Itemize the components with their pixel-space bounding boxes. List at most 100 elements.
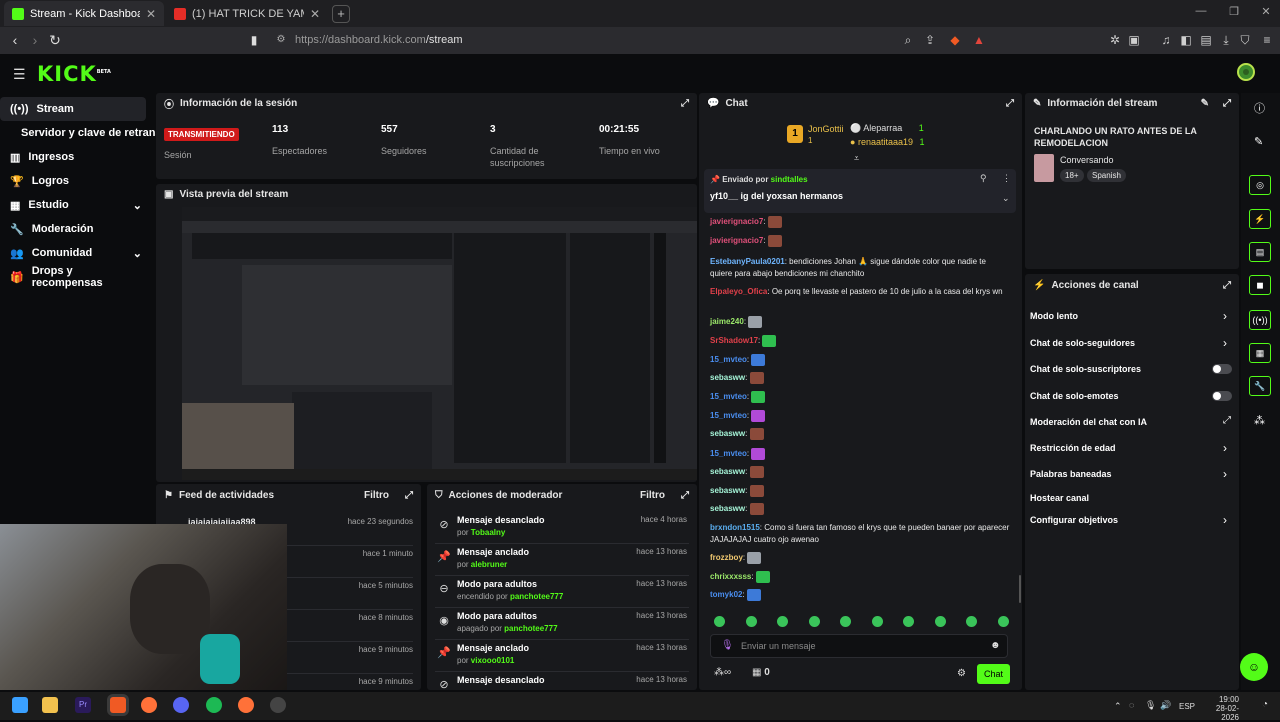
url-field[interactable]: https://dashboard.kick.com/stream	[295, 34, 463, 46]
subscribers-only-toggle[interactable]	[1212, 364, 1232, 374]
sidebar-toggle-icon[interactable]: ◧	[1179, 33, 1193, 47]
stream-preview-video[interactable]	[182, 207, 697, 480]
pencil-icon[interactable]: ✎	[1254, 135, 1263, 148]
camera-widget-icon[interactable]: ◎	[1249, 175, 1271, 195]
filter-button[interactable]: Filtro	[640, 490, 665, 501]
language-indicator[interactable]: ESP	[1179, 702, 1195, 711]
chat-emote-icon[interactable]	[751, 410, 766, 422]
chat-emote-icon[interactable]	[749, 466, 764, 478]
chat-username[interactable]: jaime240	[710, 317, 744, 326]
tab-youtube[interactable]: (1) HAT TRICK DE YAMAL, GOLEADA ✕	[166, 1, 328, 26]
chat-emote-icon[interactable]	[751, 354, 766, 366]
chat-username[interactable]: frozzboy	[710, 553, 743, 562]
broadcast-widget-icon[interactable]: ((•))	[1249, 310, 1271, 330]
downloads-icon[interactable]: ⤓	[1219, 33, 1233, 47]
action-banned-words[interactable]: Palabras baneadas	[1030, 469, 1112, 479]
category-name[interactable]: Conversando	[1060, 155, 1114, 165]
action-emotes-only[interactable]: Chat de solo-emotes	[1030, 391, 1119, 401]
quick-emote-icon[interactable]	[777, 616, 788, 627]
edit-icon[interactable]: ✎	[1201, 98, 1209, 109]
forward-icon[interactable]: ›	[27, 32, 43, 48]
info-icon[interactable]: ⓘ	[1254, 100, 1265, 116]
chat-username[interactable]: Elpaleyo_Ofica	[710, 287, 767, 296]
leader-name[interactable]: Aleparraa	[863, 123, 902, 133]
site-settings-icon[interactable]: ⚙	[273, 32, 289, 48]
list-widget-icon[interactable]: ▤	[1249, 242, 1271, 262]
close-tab-icon[interactable]: ✕	[146, 7, 156, 21]
chat-emote-icon[interactable]	[751, 391, 766, 403]
quick-emote-icon[interactable]	[997, 616, 1009, 627]
bolt-widget-icon[interactable]: ⚡	[1249, 209, 1271, 229]
reload-icon[interactable]: ↻	[47, 32, 63, 48]
notifications-icon[interactable]: ◔	[1262, 699, 1268, 710]
leader-name[interactable]: renaatitaaa19	[858, 137, 913, 147]
pinned-user[interactable]: sindtalles	[771, 175, 808, 184]
chat-username[interactable]: sebasww	[710, 486, 745, 495]
chevron-right-icon[interactable]: ›	[1223, 336, 1227, 350]
windows-start-icon[interactable]	[12, 697, 28, 713]
send-chat-button[interactable]: Chat	[977, 664, 1010, 684]
stats-widget-icon[interactable]: ▦	[1249, 343, 1271, 363]
chevron-right-icon[interactable]: ›	[1223, 309, 1227, 323]
quick-emote-icon[interactable]	[966, 616, 977, 627]
expand-icon[interactable]: ⤢	[1223, 98, 1231, 109]
quick-emote-icon[interactable]	[745, 616, 757, 627]
chat-username[interactable]: 15_mvteo	[710, 355, 747, 364]
volume-icon[interactable]: 🔊	[1160, 700, 1171, 711]
spotify-icon[interactable]	[206, 697, 222, 713]
back-icon[interactable]: ‹	[7, 32, 23, 48]
chat-input[interactable]: 🎙 Enviar un mensaje ☻	[710, 634, 1008, 658]
bookmark-icon[interactable]: ▮	[246, 32, 262, 48]
close-window-icon[interactable]: ✕	[1257, 5, 1275, 21]
more-options-icon[interactable]: ⋮	[1002, 173, 1011, 184]
action-age-restriction[interactable]: Restricción de edad	[1030, 443, 1116, 453]
mod-action-user[interactable]: panchotee777	[510, 592, 563, 601]
action-slow-mode[interactable]: Modo lento	[1030, 311, 1078, 321]
vpn-icon[interactable]: ⛉	[1238, 33, 1252, 47]
brave-rewards-icon[interactable]: ▲	[972, 33, 986, 47]
chat-emote-icon[interactable]	[767, 235, 782, 247]
chat-username[interactable]: sebasww	[710, 373, 745, 382]
chat-widget-icon[interactable]: ◼	[1249, 275, 1271, 295]
community-icon[interactable]: ⁂	[1254, 414, 1265, 427]
chat-username[interactable]: EstebanyPaula0201	[710, 257, 785, 266]
expand-icon[interactable]: ⤢	[405, 490, 413, 501]
collapse-icon[interactable]: ⩡	[854, 153, 859, 164]
close-tab-icon[interactable]: ✕	[310, 7, 320, 21]
sidebar-item-estudio[interactable]: ▦ Estudio ⌄	[0, 193, 146, 217]
mod-action-user[interactable]: Tobaalny	[471, 528, 506, 537]
chat-emote-icon[interactable]	[746, 589, 761, 601]
premiere-icon[interactable]: Pr	[75, 697, 91, 713]
discord-icon[interactable]	[173, 697, 189, 713]
sidebar-item-ingresos[interactable]: ▥ Ingresos	[0, 145, 146, 169]
chat-settings-icon[interactable]: ⚙	[957, 668, 966, 679]
chat-scrollbar[interactable]	[1019, 575, 1021, 603]
zoom-icon[interactable]: ⌕	[901, 33, 915, 47]
chat-username[interactable]: tomyk02	[710, 590, 742, 599]
action-subscribers-only[interactable]: Chat de solo-suscriptores	[1030, 364, 1141, 374]
expand-icon[interactable]: ⤢	[1223, 280, 1231, 291]
action-host-channel[interactable]: Hostear canal	[1030, 493, 1089, 503]
chat-username[interactable]: chrixxxsss	[710, 572, 751, 581]
wallet-icon[interactable]: ▤	[1199, 33, 1213, 47]
chat-username[interactable]: 15_mvteo	[710, 449, 747, 458]
help-chat-button[interactable]: ☺	[1240, 653, 1268, 681]
chat-emote-icon[interactable]	[767, 216, 782, 228]
sidebar-item-drops[interactable]: 🎁 Drops y recompensas	[0, 265, 146, 289]
menu-icon[interactable]: ≡	[1260, 33, 1274, 47]
chat-emote-icon[interactable]	[755, 571, 770, 583]
emoji-picker-icon[interactable]: ☻	[990, 640, 1001, 651]
clock[interactable]: 19:00 28-02-2026	[1203, 695, 1239, 722]
chat-emote-icon[interactable]	[749, 428, 764, 440]
expand-icon[interactable]: ⤢	[681, 490, 689, 501]
screenshot-icon[interactable]: ▣	[1127, 33, 1141, 47]
mod-action-user[interactable]: panchotee777	[504, 624, 557, 633]
expand-icon[interactable]: ⤢	[681, 98, 689, 109]
sidebar-item-stream[interactable]: ((•)) Stream	[0, 97, 146, 121]
mic-icon[interactable]: 🎙	[721, 640, 734, 651]
network-icon[interactable]: ◌	[1129, 700, 1134, 710]
chat-username[interactable]: brxndon1515	[710, 523, 760, 532]
chat-username[interactable]: sebasww	[710, 467, 745, 476]
sidebar-item-server-key[interactable]: Servidor y clave de retransm	[0, 121, 156, 145]
chat-username[interactable]: javierignacio7	[710, 217, 763, 226]
